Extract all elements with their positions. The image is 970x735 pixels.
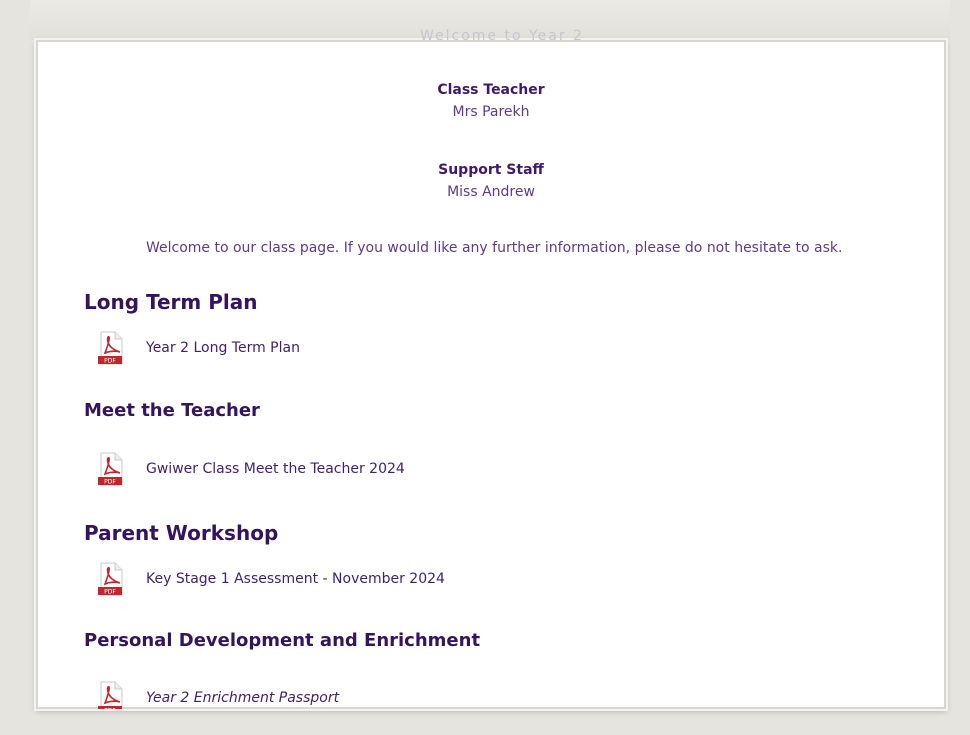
pdf-file-icon: PDF: [98, 681, 123, 710]
class-teacher-block: Class Teacher Mrs Parekh: [36, 82, 946, 120]
doc-link-meet-the-teacher[interactable]: PDF Gwiwer Class Meet the Teacher 2024: [98, 451, 405, 487]
section-heading-parent-workshop: Parent Workshop: [84, 521, 279, 545]
support-staff-block: Support Staff Miss Andrew: [36, 162, 946, 200]
section-heading-meet-the-teacher: Meet the Teacher: [84, 400, 260, 421]
section-heading-long-term-plan: Long Term Plan: [84, 290, 258, 314]
support-staff-name: Miss Andrew: [447, 184, 535, 200]
class-teacher-label: Class Teacher: [437, 82, 545, 98]
pdf-file-icon: PDF: [98, 562, 123, 596]
svg-text:PDF: PDF: [104, 708, 116, 710]
class-teacher-name: Mrs Parekh: [452, 104, 530, 120]
doc-link-long-term-plan[interactable]: PDF Year 2 Long Term Plan: [98, 330, 300, 366]
pdf-file-icon: PDF: [98, 452, 123, 486]
ghost-page-title: Welcome to Year 2: [420, 28, 584, 42]
svg-text:PDF: PDF: [104, 589, 116, 596]
svg-text:PDF: PDF: [104, 358, 116, 365]
support-staff-label: Support Staff: [438, 162, 544, 178]
doc-link-text: Year 2 Long Term Plan: [146, 340, 300, 356]
doc-link-enrichment-passport[interactable]: PDF Year 2 Enrichment Passport: [98, 680, 339, 709]
doc-link-parent-workshop[interactable]: PDF Key Stage 1 Assessment - November 20…: [98, 561, 445, 597]
doc-link-text: Year 2 Enrichment Passport: [146, 690, 340, 706]
doc-link-text: Key Stage 1 Assessment - November 2024: [146, 571, 445, 587]
svg-text:PDF: PDF: [104, 479, 116, 486]
doc-link-text: Gwiwer Class Meet the Teacher 2024: [146, 461, 405, 477]
welcome-message: Welcome to our class page. If you would …: [146, 240, 843, 256]
pdf-file-icon: PDF: [98, 331, 123, 365]
content-panel: Class Teacher Mrs Parekh Support Staff M…: [36, 40, 946, 709]
section-heading-personal-development: Personal Development and Enrichment: [84, 630, 481, 651]
